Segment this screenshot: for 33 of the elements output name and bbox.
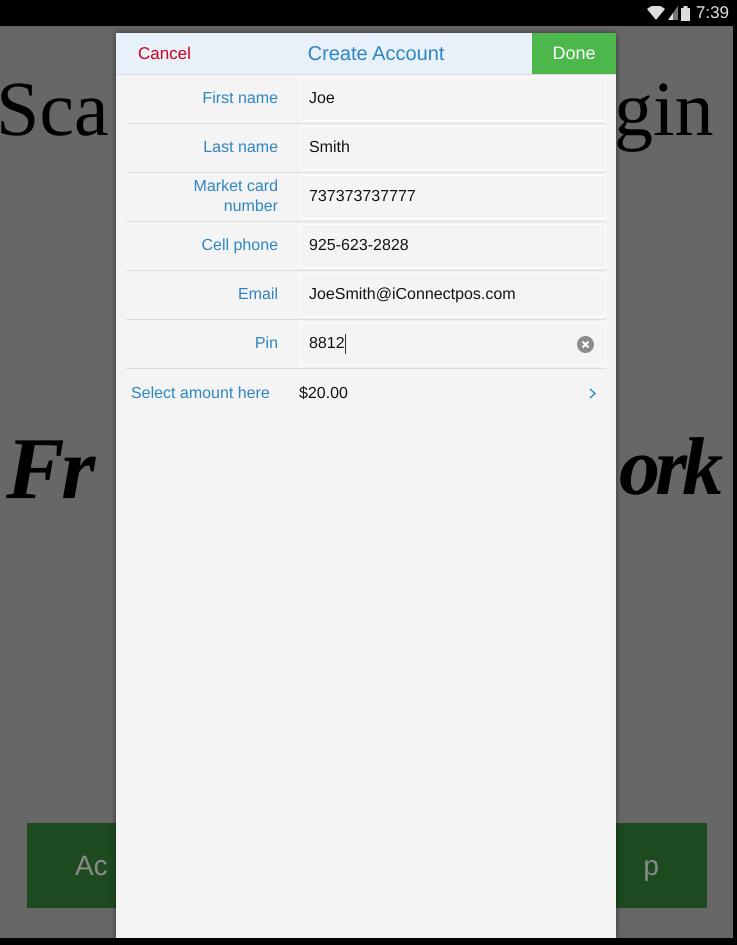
field-value: 925-623-2828 xyxy=(309,236,409,256)
input-field[interactable]: 925-623-2828 xyxy=(299,224,606,268)
background-script: ork xyxy=(619,426,718,508)
field-label: First name xyxy=(202,89,278,109)
cancel-button[interactable]: Cancel xyxy=(116,40,216,66)
background-heading: Sca xyxy=(0,70,109,148)
signal-icon xyxy=(668,6,678,20)
field-value: Smith xyxy=(309,138,350,158)
amount-value: $20.00 xyxy=(299,384,349,404)
clear-icon[interactable] xyxy=(577,336,594,352)
input-field[interactable]: 8812 xyxy=(299,322,606,366)
status-time: 7:39 xyxy=(696,2,729,24)
field-label: Email xyxy=(238,285,278,305)
field-label: Cell phone xyxy=(202,236,278,256)
battery-icon xyxy=(680,6,690,20)
input-field[interactable]: 737373737777 xyxy=(299,175,606,219)
field-value: 8812 xyxy=(309,334,345,354)
input-field[interactable]: Smith xyxy=(299,126,606,170)
field-value: Joe xyxy=(309,89,335,109)
input-field[interactable]: Joe xyxy=(299,77,606,121)
input-field[interactable]: JoeSmith@iConnectpos.com xyxy=(299,273,606,317)
field-value: 737373737777 xyxy=(309,187,416,207)
field-label: Pin xyxy=(254,334,278,354)
dialog-title: Create Account xyxy=(306,42,446,66)
field-value: JoeSmith@iConnectpos.com xyxy=(309,285,516,305)
field-label: Market card number xyxy=(192,177,278,217)
amount-label: Select amount here xyxy=(130,384,271,404)
field-label: Last name xyxy=(203,138,278,158)
amount-row[interactable]: Select amount here $20.00 xyxy=(126,369,606,418)
text-cursor xyxy=(344,334,346,354)
background-script: Fr xyxy=(6,426,92,514)
chevron-icon xyxy=(589,388,596,399)
wifi-icon xyxy=(646,6,665,20)
